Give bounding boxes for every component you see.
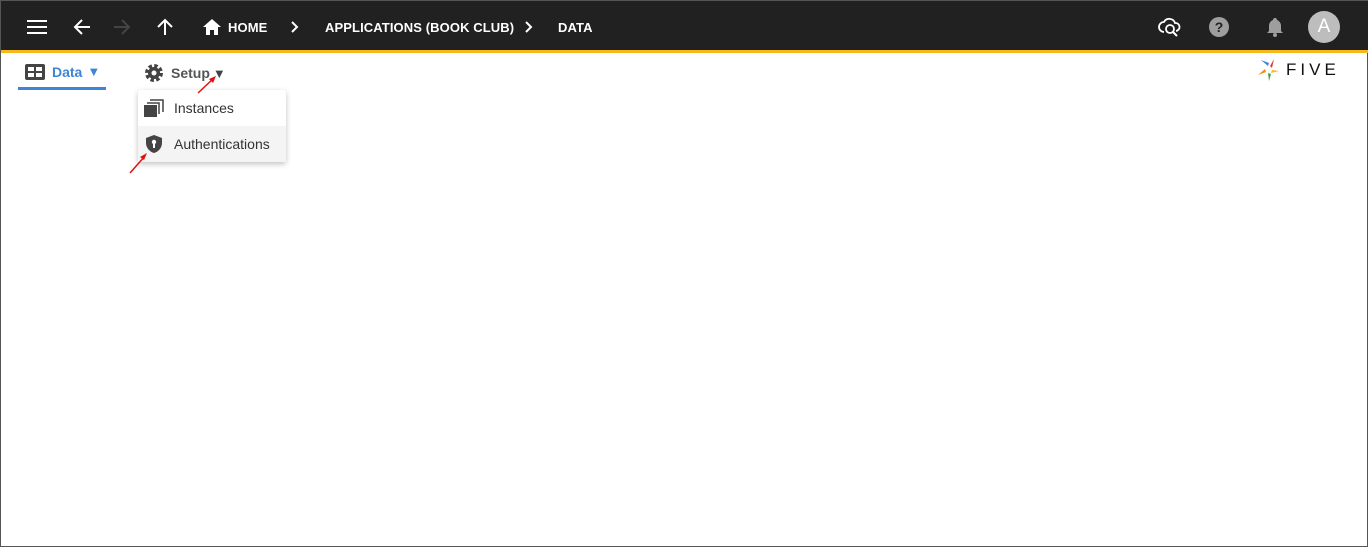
breadcrumb-label: APPLICATIONS (BOOK CLUB) bbox=[325, 19, 515, 35]
cloud-search-button[interactable] bbox=[1158, 1, 1182, 53]
menu-button[interactable] bbox=[27, 1, 47, 53]
menu-item-instances[interactable]: Instances bbox=[138, 90, 286, 126]
top-app-bar: HOME APPLICATIONS (BOOK CLUB) DATA ? A bbox=[1, 1, 1368, 53]
cloud-search-icon bbox=[1158, 17, 1181, 37]
back-arrow-icon bbox=[73, 19, 90, 35]
home-icon bbox=[203, 19, 221, 35]
tab-data[interactable]: Data ▼ bbox=[18, 56, 106, 90]
up-arrow-icon bbox=[157, 18, 173, 35]
menu-item-label: Authentications bbox=[174, 136, 270, 152]
breadcrumb-data[interactable]: DATA bbox=[558, 1, 593, 53]
chevron-right-icon bbox=[290, 1, 300, 53]
setup-dropdown-menu: Instances Authentications bbox=[138, 90, 286, 162]
table-icon bbox=[25, 63, 45, 80]
gear-icon bbox=[145, 64, 163, 82]
instances-icon bbox=[144, 99, 164, 117]
notifications-button[interactable] bbox=[1266, 1, 1284, 53]
breadcrumb-label: DATA bbox=[558, 19, 593, 35]
bell-icon bbox=[1267, 18, 1283, 37]
menu-item-authentications[interactable]: Authentications bbox=[138, 126, 286, 162]
up-button[interactable] bbox=[157, 1, 173, 53]
avatar-letter: A bbox=[1308, 11, 1340, 43]
logo-text: FIVE bbox=[1286, 60, 1340, 79]
chevron-right-icon bbox=[524, 1, 534, 53]
forward-arrow-icon bbox=[114, 19, 131, 35]
tab-label: Data bbox=[52, 63, 83, 80]
avatar[interactable]: A bbox=[1308, 1, 1340, 53]
caret-down-icon: ▼ bbox=[87, 64, 101, 79]
menu-item-label: Instances bbox=[174, 100, 234, 116]
forward-button[interactable] bbox=[113, 1, 131, 53]
back-button[interactable] bbox=[73, 1, 91, 53]
five-logo: FIVE bbox=[1257, 58, 1340, 82]
menu-icon bbox=[27, 20, 47, 34]
svg-text:?: ? bbox=[1215, 19, 1224, 35]
help-button[interactable]: ? bbox=[1208, 1, 1230, 53]
breadcrumb-home[interactable]: HOME bbox=[203, 1, 267, 53]
annotation-arrow bbox=[129, 153, 147, 174]
annotation-arrow bbox=[197, 76, 216, 94]
breadcrumb-applications[interactable]: APPLICATIONS (BOOK CLUB) bbox=[325, 1, 514, 53]
breadcrumb-label: HOME bbox=[228, 19, 268, 35]
help-icon: ? bbox=[1209, 17, 1229, 37]
